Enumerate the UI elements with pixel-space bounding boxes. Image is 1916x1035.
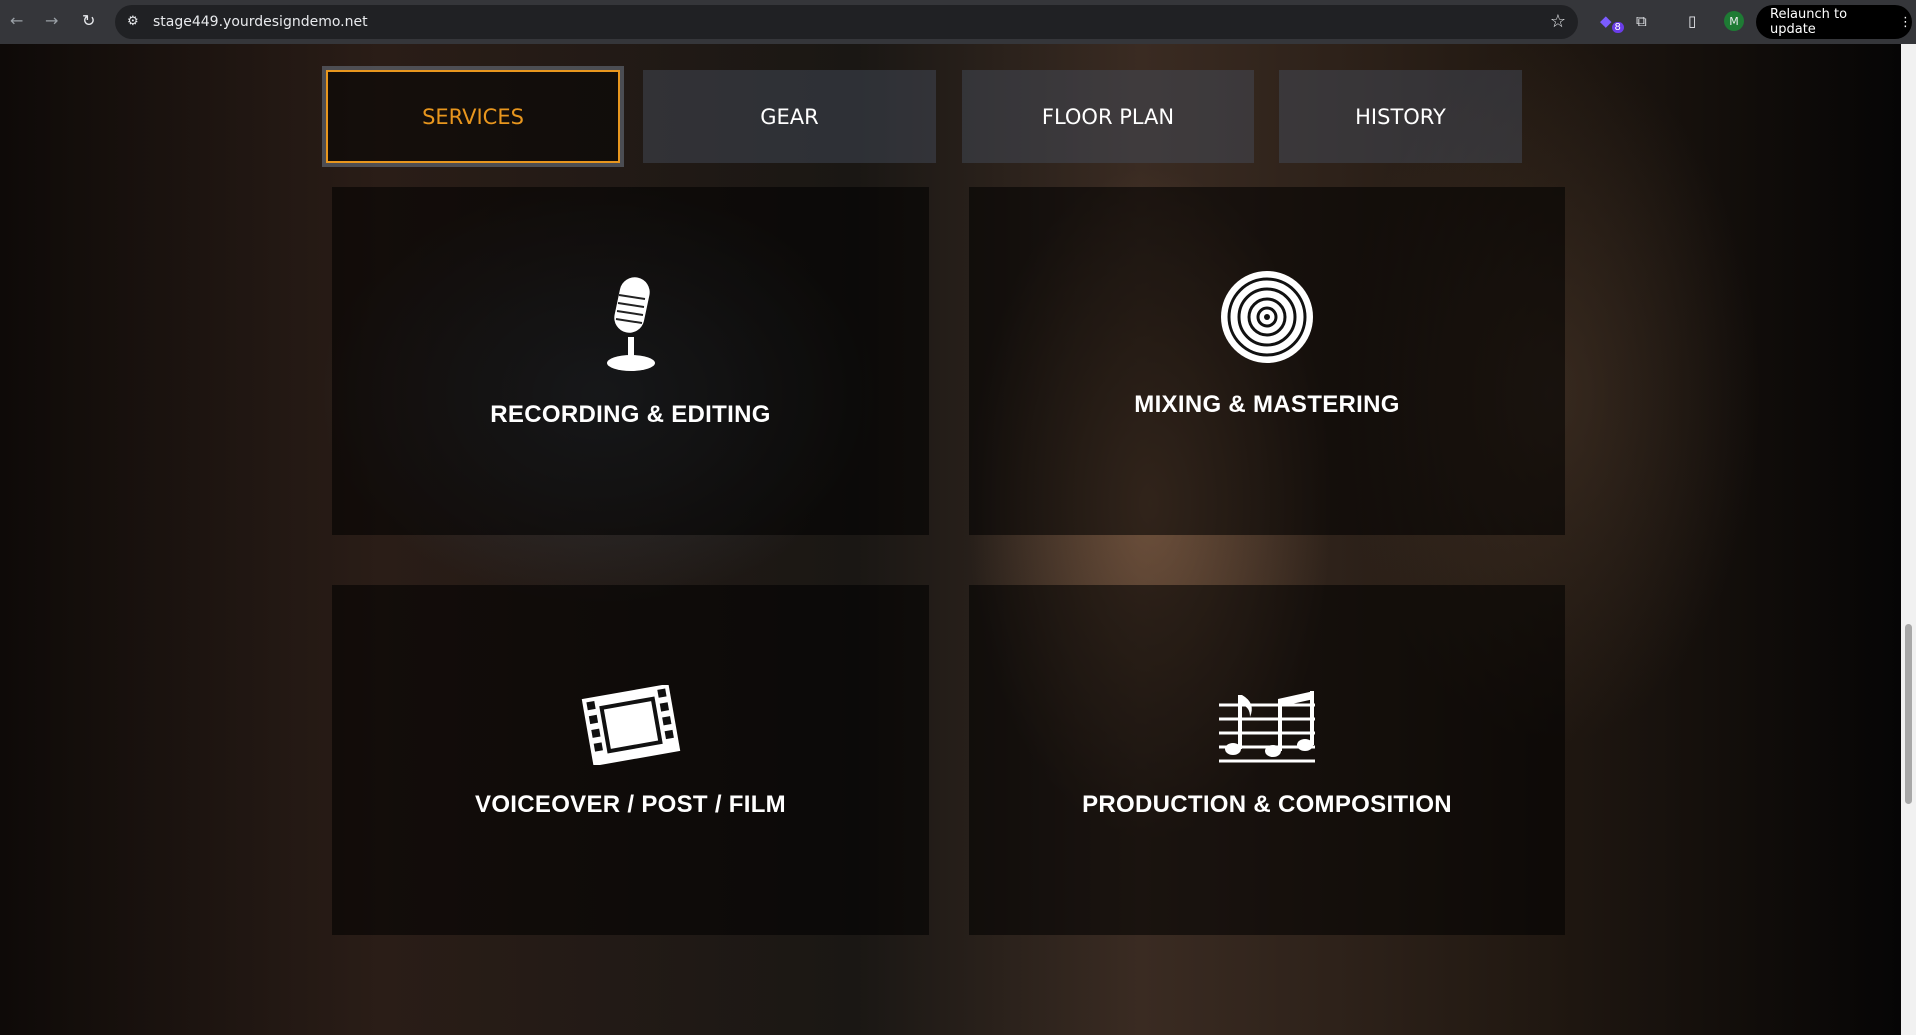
profile-avatar[interactable]: M bbox=[1724, 11, 1744, 31]
service-title: VOICEOVER / POST / FILM bbox=[475, 791, 786, 818]
service-title: RECORDING & EDITING bbox=[490, 401, 771, 428]
site-settings-icon[interactable]: ⚙ bbox=[127, 14, 139, 29]
service-title: MIXING & MASTERING bbox=[1134, 391, 1400, 418]
url-text[interactable]: stage449.yourdesigndemo.net bbox=[153, 14, 368, 30]
service-card-voiceover[interactable]: VOICEOVER / POST / FILM bbox=[332, 585, 929, 935]
menu-dots-icon: ⋮ bbox=[1899, 14, 1912, 30]
tab-history[interactable]: HISTORY bbox=[1279, 70, 1522, 163]
services-section: SERVICES GEAR FLOOR PLAN HISTORY RECORDI… bbox=[0, 44, 1901, 1035]
browser-toolbar: ← → ↻ ⚙ stage449.yourdesigndemo.net ☆ ◆ 8… bbox=[0, 0, 1916, 44]
service-title: PRODUCTION & COMPOSITION bbox=[1082, 791, 1452, 818]
extension-icon[interactable]: ◆ 8 bbox=[1600, 12, 1624, 33]
sheet-music-icon bbox=[1219, 691, 1315, 763]
scrollbar-thumb[interactable] bbox=[1905, 624, 1912, 804]
extension-badge: 8 bbox=[1611, 22, 1624, 33]
tab-services[interactable]: SERVICES bbox=[326, 70, 620, 163]
side-panel-icon[interactable]: ▯ bbox=[1688, 12, 1696, 30]
relaunch-label: Relaunch to update bbox=[1770, 7, 1848, 37]
tab-floor-plan[interactable]: FLOOR PLAN bbox=[962, 70, 1254, 163]
page-scrollbar[interactable] bbox=[1901, 44, 1916, 1035]
service-card-recording[interactable]: RECORDING & EDITING bbox=[332, 187, 929, 535]
address-bar[interactable]: ⚙ stage449.yourdesigndemo.net ☆ bbox=[115, 5, 1578, 39]
bookmark-star-icon[interactable]: ☆ bbox=[1550, 11, 1566, 32]
service-card-production[interactable]: PRODUCTION & COMPOSITION bbox=[969, 585, 1565, 935]
reload-icon[interactable]: ↻ bbox=[82, 11, 95, 30]
film-strip-icon bbox=[581, 685, 680, 765]
service-card-mixing[interactable]: MIXING & MASTERING bbox=[969, 187, 1565, 535]
extensions-puzzle-icon[interactable]: ⧉ bbox=[1636, 12, 1647, 30]
back-icon[interactable]: ← bbox=[10, 11, 23, 30]
forward-icon[interactable]: → bbox=[45, 11, 58, 30]
relaunch-button[interactable]: Relaunch to update ⋮ bbox=[1756, 5, 1912, 39]
tab-gear[interactable]: GEAR bbox=[643, 70, 936, 163]
microphone-icon bbox=[606, 277, 655, 371]
vinyl-record-icon bbox=[1221, 271, 1313, 363]
